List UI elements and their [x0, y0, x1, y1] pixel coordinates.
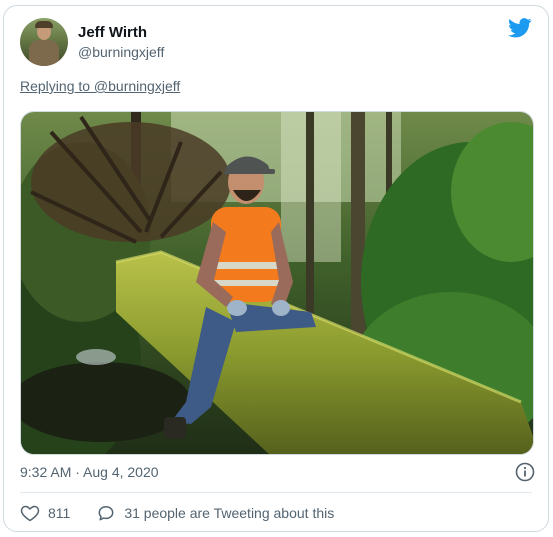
replying-to-link[interactable]: Replying to @burningxjeff [20, 78, 180, 94]
like-count: 811 [48, 505, 71, 521]
author-handle[interactable]: @burningxjeff [78, 44, 164, 60]
tweet-timestamp[interactable]: 9:32 AM · Aug 4, 2020 [20, 464, 159, 480]
tweet-photo[interactable] [20, 111, 534, 455]
tweet-actions: 811 31 people are Tweeting about this [20, 503, 334, 523]
like-button[interactable]: 811 [20, 503, 70, 523]
avatar[interactable] [20, 18, 68, 66]
forest-photo-illustration [21, 112, 533, 454]
tweeting-about-link[interactable]: 31 people are Tweeting about this [96, 503, 334, 523]
avatar-body [29, 40, 59, 66]
avatar-cap [35, 21, 53, 28]
speech-bubble-icon [98, 506, 114, 521]
twitter-bird-icon[interactable] [508, 18, 532, 38]
tweeting-about-text: 31 people are Tweeting about this [124, 505, 335, 521]
author-name[interactable]: Jeff Wirth [78, 24, 147, 41]
divider [20, 492, 532, 493]
heart-icon [20, 505, 40, 522]
info-icon[interactable] [515, 462, 535, 482]
tweet-card: Jeff Wirth @burningxjeff Replying to @bu… [3, 5, 549, 532]
